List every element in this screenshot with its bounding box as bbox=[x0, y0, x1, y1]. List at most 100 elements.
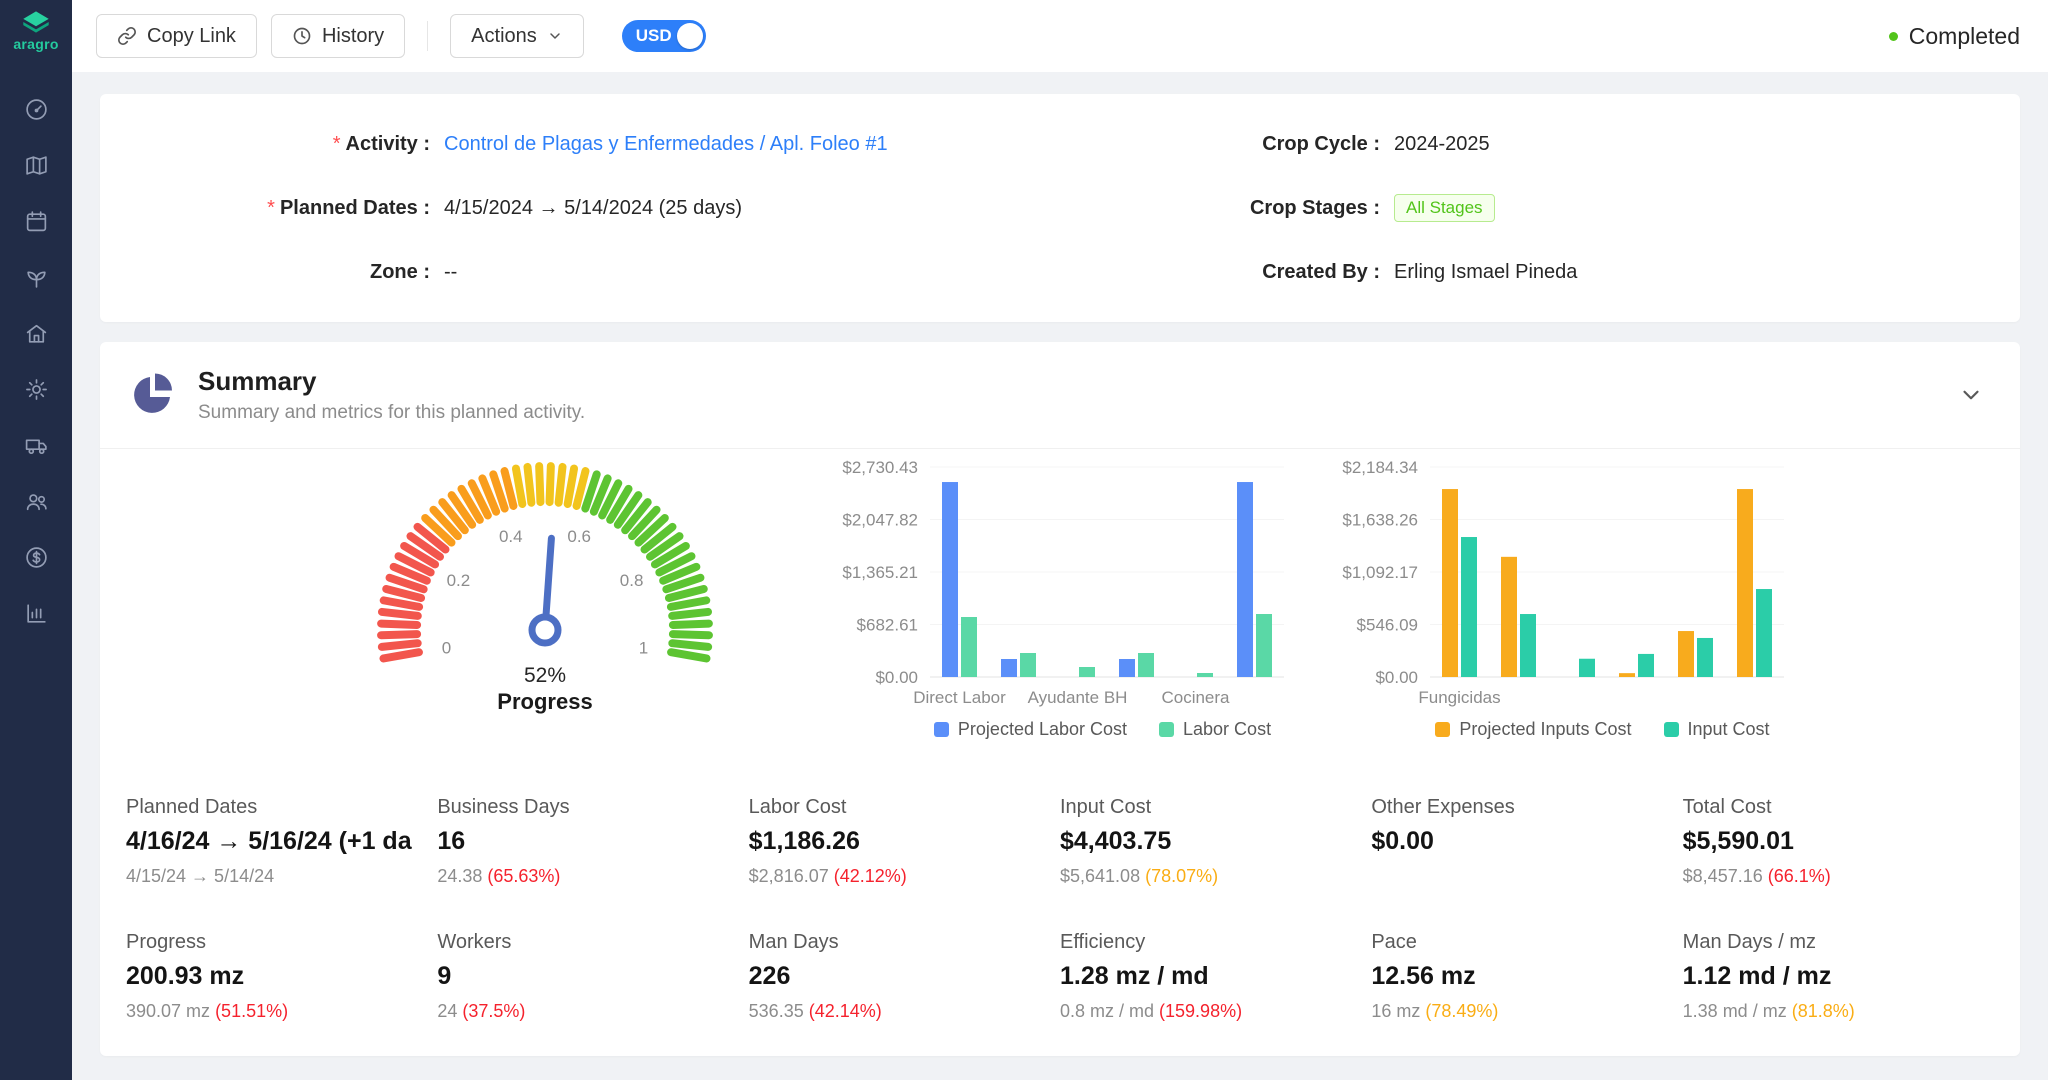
app-root: aragro Copy Link History bbox=[0, 0, 2048, 1080]
sidebar-item-calendar[interactable] bbox=[16, 208, 56, 234]
svg-text:$2,184.34: $2,184.34 bbox=[1342, 458, 1418, 477]
truck-icon bbox=[24, 433, 49, 458]
info-right: Crop Cycle :2024-2025Crop Stages :All St… bbox=[1060, 122, 1980, 294]
metric-comparison: $8,457.16 (66.1%) bbox=[1683, 866, 1994, 887]
required-asterisk: * bbox=[267, 197, 275, 219]
gear-icon bbox=[24, 377, 49, 402]
metric-value: $4,403.75 bbox=[1060, 827, 1360, 856]
sidebar-item-dashboard[interactable] bbox=[16, 96, 56, 122]
legend-swatch-icon bbox=[1159, 722, 1174, 737]
link-icon bbox=[117, 26, 137, 46]
summary-subtitle: Summary and metrics for this planned act… bbox=[198, 402, 585, 424]
svg-text:$0.00: $0.00 bbox=[875, 668, 918, 687]
metric-planned-dates: Planned Dates4/16/24 → 5/16/24 (+1 da4/1… bbox=[126, 796, 437, 887]
metric-comparison: $2,816.07 (42.12%) bbox=[749, 866, 1060, 887]
currency-toggle[interactable]: USD bbox=[622, 20, 706, 52]
metric-workers: Workers924 (37.5%) bbox=[437, 931, 748, 1022]
legend-item[interactable]: Projected Labor Cost bbox=[934, 719, 1127, 740]
field-value-created-by: Erling Ismael Pineda bbox=[1394, 261, 1577, 284]
chart-legend: Projected Labor Cost Labor Cost bbox=[820, 719, 1290, 740]
status-text: Completed bbox=[1909, 23, 2020, 50]
legend-label: Projected Inputs Cost bbox=[1459, 719, 1631, 740]
metric-percent: (81.8%) bbox=[1792, 1001, 1855, 1021]
metric-percent: (42.14%) bbox=[809, 1001, 882, 1021]
currency-label: USD bbox=[636, 26, 672, 46]
actions-button[interactable]: Actions bbox=[450, 14, 584, 58]
metric-labor-cost: Labor Cost$1,186.26$2,816.07 (42.12%) bbox=[749, 796, 1060, 887]
app-logo[interactable]: aragro bbox=[13, 0, 58, 58]
svg-text:$682.61: $682.61 bbox=[857, 616, 918, 635]
status-dot-icon bbox=[1889, 32, 1898, 41]
metric-label: Labor Cost bbox=[749, 796, 1060, 819]
required-asterisk: * bbox=[333, 133, 341, 155]
svg-text:Ayudante BH: Ayudante BH bbox=[1028, 688, 1128, 707]
metric-percent: (65.63%) bbox=[487, 866, 560, 886]
metric-comparison: 1.38 md / mz (81.8%) bbox=[1683, 1001, 1994, 1022]
metric-comparison: 0.8 mz / md (159.98%) bbox=[1060, 1001, 1371, 1022]
svg-text:$1,092.17: $1,092.17 bbox=[1342, 563, 1418, 582]
metric-input-cost: Input Cost$4,403.75$5,641.08 (78.07%) bbox=[1060, 796, 1371, 887]
sidebar-item-crops[interactable] bbox=[16, 264, 56, 290]
legend-item[interactable]: Input Cost bbox=[1664, 719, 1770, 740]
field-label-planned-dates: *Planned Dates : bbox=[140, 197, 430, 220]
metric-percent: (78.07%) bbox=[1145, 866, 1218, 886]
legend-swatch-icon bbox=[1664, 722, 1679, 737]
svg-text:0: 0 bbox=[442, 638, 451, 657]
metric-comparison: 536.35 (42.14%) bbox=[749, 1001, 1060, 1022]
calendar-icon bbox=[24, 209, 49, 234]
metric-label: Workers bbox=[437, 931, 748, 954]
pie-chart-icon bbox=[128, 371, 176, 419]
field-value-planned-dates: 4/15/2024 → 5/14/2024 (25 days) bbox=[444, 197, 742, 220]
field-value-zone: -- bbox=[444, 261, 457, 284]
copy-link-button[interactable]: Copy Link bbox=[96, 14, 257, 58]
summary-title: Summary bbox=[198, 366, 585, 397]
toggle-knob bbox=[677, 23, 703, 49]
map-icon bbox=[24, 153, 49, 178]
svg-text:0.4: 0.4 bbox=[499, 527, 523, 546]
svg-text:Cocinera: Cocinera bbox=[1161, 688, 1230, 707]
metric-label: Man Days bbox=[749, 931, 1060, 954]
metric-efficiency: Efficiency 1.28 mz / md 0.8 mz / md (159.9… bbox=[1060, 931, 1371, 1022]
field-label-created-by: Created By : bbox=[1060, 261, 1380, 284]
field-value-activity[interactable]: Control de Plagas y Enfermedades / Apl. … bbox=[444, 133, 888, 156]
sidebar-item-map[interactable] bbox=[16, 152, 56, 178]
sidebar-item-settings[interactable] bbox=[16, 376, 56, 402]
legend-item[interactable]: Labor Cost bbox=[1159, 719, 1271, 740]
labor-cost-chart: $2,730.43$2,047.82$1,365.21$682.61$0.00D… bbox=[820, 455, 1290, 740]
svg-text:0.2: 0.2 bbox=[447, 571, 471, 590]
sidebar-item-farm[interactable] bbox=[16, 320, 56, 346]
summary-titles: Summary Summary and metrics for this pla… bbox=[198, 366, 585, 424]
metric-value: 4/16/24 → 5/16/24 (+1 da bbox=[126, 827, 426, 856]
sidebar-item-vehicles[interactable] bbox=[16, 432, 56, 458]
metric-comparison: 4/15/24 → 5/14/24 bbox=[126, 866, 437, 887]
legend-label: Projected Labor Cost bbox=[958, 719, 1127, 740]
metric-label: Total Cost bbox=[1683, 796, 1994, 819]
sidebar-item-finance[interactable] bbox=[16, 544, 56, 570]
metric-comparison: 390.07 mz (51.51%) bbox=[126, 1001, 437, 1022]
metric-label: Progress bbox=[126, 931, 437, 954]
input-cost-chart: $2,184.34$1,638.26$1,092.17$546.09$0.00F… bbox=[1320, 455, 1790, 740]
metric-label: Business Days bbox=[437, 796, 748, 819]
metric-value: 1.28 mz / md bbox=[1060, 962, 1360, 991]
aragro-logo-icon bbox=[18, 10, 54, 34]
svg-text:$1,365.21: $1,365.21 bbox=[842, 563, 918, 582]
metrics-grid: Planned Dates4/16/24 → 5/16/24 (+1 da4/1… bbox=[100, 740, 2020, 1056]
sidebar-item-reports[interactable] bbox=[16, 600, 56, 626]
svg-text:$2,730.43: $2,730.43 bbox=[842, 458, 918, 477]
metric-percent: (42.12%) bbox=[834, 866, 907, 886]
metric-value: $0.00 bbox=[1371, 827, 1671, 856]
metric-percent: (159.98%) bbox=[1159, 1001, 1242, 1021]
field-created-by: Created By : Erling Ismael Pineda bbox=[1060, 250, 1980, 294]
metric-comparison: 24 (37.5%) bbox=[437, 1001, 748, 1022]
collapse-chevron-icon[interactable] bbox=[1958, 382, 1984, 408]
sidebar-item-people[interactable] bbox=[16, 488, 56, 514]
history-button[interactable]: History bbox=[271, 14, 405, 58]
metric-value: 1.12 md / mz bbox=[1683, 962, 1983, 991]
svg-text:52%: 52% bbox=[524, 664, 566, 687]
metric-label: Efficiency bbox=[1060, 931, 1371, 954]
metric-percent: (51.51%) bbox=[215, 1001, 288, 1021]
legend-item[interactable]: Projected Inputs Cost bbox=[1435, 719, 1631, 740]
history-clock-icon bbox=[292, 26, 312, 46]
dollar-icon bbox=[24, 545, 49, 570]
field-zone: Zone :-- bbox=[140, 250, 1060, 294]
